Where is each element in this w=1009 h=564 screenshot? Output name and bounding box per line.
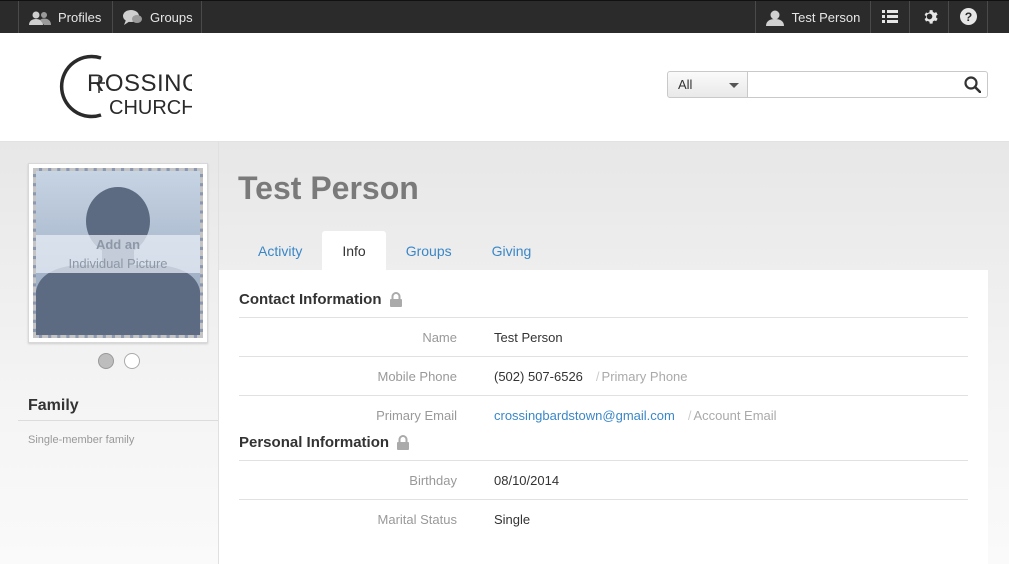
- tab-activity[interactable]: Activity: [238, 231, 322, 271]
- photo-pager-dot-2[interactable]: [124, 353, 140, 369]
- photo-pager-dot-1[interactable]: [98, 353, 114, 369]
- user-menu[interactable]: Test Person: [755, 1, 870, 34]
- page-header: ROSSING CHURCH All: [0, 33, 1009, 142]
- family-heading: Family: [28, 397, 79, 414]
- contact-row-mobile-phone: Mobile Phone (502) 507-6526 /Primary Pho…: [239, 356, 968, 395]
- nav-groups[interactable]: Groups: [113, 1, 202, 34]
- contact-row-primary-email: Primary Email crossingbardstown@gmail.co…: [239, 395, 968, 434]
- email-link[interactable]: crossingbardstown@gmail.com: [494, 408, 675, 423]
- user-icon: [765, 10, 784, 26]
- profile-photo[interactable]: Add an Individual Picture: [28, 163, 208, 343]
- list-icon: [882, 9, 898, 26]
- nav-groups-label: Groups: [150, 10, 193, 25]
- personal-information-heading: Personal Information: [239, 434, 410, 451]
- search-icon[interactable]: [964, 76, 982, 98]
- field-label: Name: [422, 330, 457, 345]
- tab-groups[interactable]: Groups: [386, 231, 472, 271]
- field-value: 08/10/2014: [494, 473, 559, 488]
- mobile-phone-value: (502) 507-6526: [494, 369, 583, 384]
- name-value: Test Person: [494, 330, 563, 345]
- primary-phone-label: Primary Phone: [601, 369, 688, 384]
- account-email-tag: / Account Email: [687, 408, 777, 423]
- help-button[interactable]: ?: [948, 1, 988, 34]
- settings-button[interactable]: [909, 1, 948, 34]
- top-navigation-bar: Profiles Groups Test Person ?: [0, 0, 1009, 34]
- nav-profiles-label: Profiles: [58, 10, 102, 25]
- contact-information-heading: Contact Information: [239, 291, 402, 308]
- field-value: Single: [494, 512, 530, 527]
- add-picture-line2: Individual Picture: [68, 256, 168, 271]
- birthday-value: 08/10/2014: [494, 473, 560, 488]
- marital-status-value: Single: [494, 512, 531, 527]
- field-value: (502) 507-6526 /Primary Phone: [494, 369, 688, 384]
- field-label: Birthday: [409, 473, 457, 488]
- photo-pager: [98, 353, 140, 369]
- family-description: Single-member family: [28, 434, 135, 446]
- svg-text:CHURCH: CHURCH: [109, 97, 192, 119]
- field-value: crossingbardstown@gmail.com / Account Ema…: [494, 408, 777, 423]
- lock-icon: [389, 292, 402, 307]
- help-icon: ?: [959, 7, 977, 28]
- list-menu-button[interactable]: [870, 1, 909, 34]
- search-scope-value: All: [678, 77, 693, 92]
- field-label: Marital Status: [377, 512, 457, 527]
- tab-info[interactable]: Info: [322, 231, 386, 271]
- photo-placeholder: Add an Individual Picture: [33, 168, 203, 338]
- divider: [18, 420, 218, 421]
- add-picture-prompt: Add an Individual Picture: [36, 235, 200, 273]
- gear-icon: [921, 8, 938, 28]
- personal-row-marital-status: Marital Status Single: [239, 499, 968, 538]
- contact-information-title: Contact Information: [239, 291, 382, 308]
- search-input[interactable]: [748, 71, 988, 98]
- user-name: Test Person: [791, 10, 861, 25]
- lock-icon: [397, 435, 410, 450]
- account-email-label: Account Email: [693, 408, 777, 423]
- contact-row-name: Name Test Person: [239, 317, 968, 356]
- field-label: Mobile Phone: [377, 369, 458, 384]
- profile-tabs: Activity Info Groups Giving: [238, 231, 551, 271]
- add-picture-line1: Add an: [95, 237, 141, 252]
- search-scope-select[interactable]: All: [667, 71, 748, 98]
- people-icon: [29, 11, 51, 25]
- tab-giving[interactable]: Giving: [472, 231, 552, 271]
- personal-row-birthday: Birthday 08/10/2014: [239, 460, 968, 499]
- field-label: Primary Email: [376, 408, 457, 423]
- personal-information-title: Personal Information: [239, 434, 390, 451]
- primary-phone-tag: / Primary Phone: [595, 369, 688, 384]
- nav-profiles[interactable]: Profiles: [18, 1, 113, 34]
- svg-text:?: ?: [964, 9, 972, 23]
- crossing-church-logo[interactable]: ROSSING CHURCH: [57, 53, 201, 123]
- field-value: Test Person: [494, 330, 563, 345]
- chat-bubbles-icon: [123, 9, 143, 26]
- caret-down-icon: [729, 83, 739, 88]
- page-title: Test Person: [238, 170, 419, 206]
